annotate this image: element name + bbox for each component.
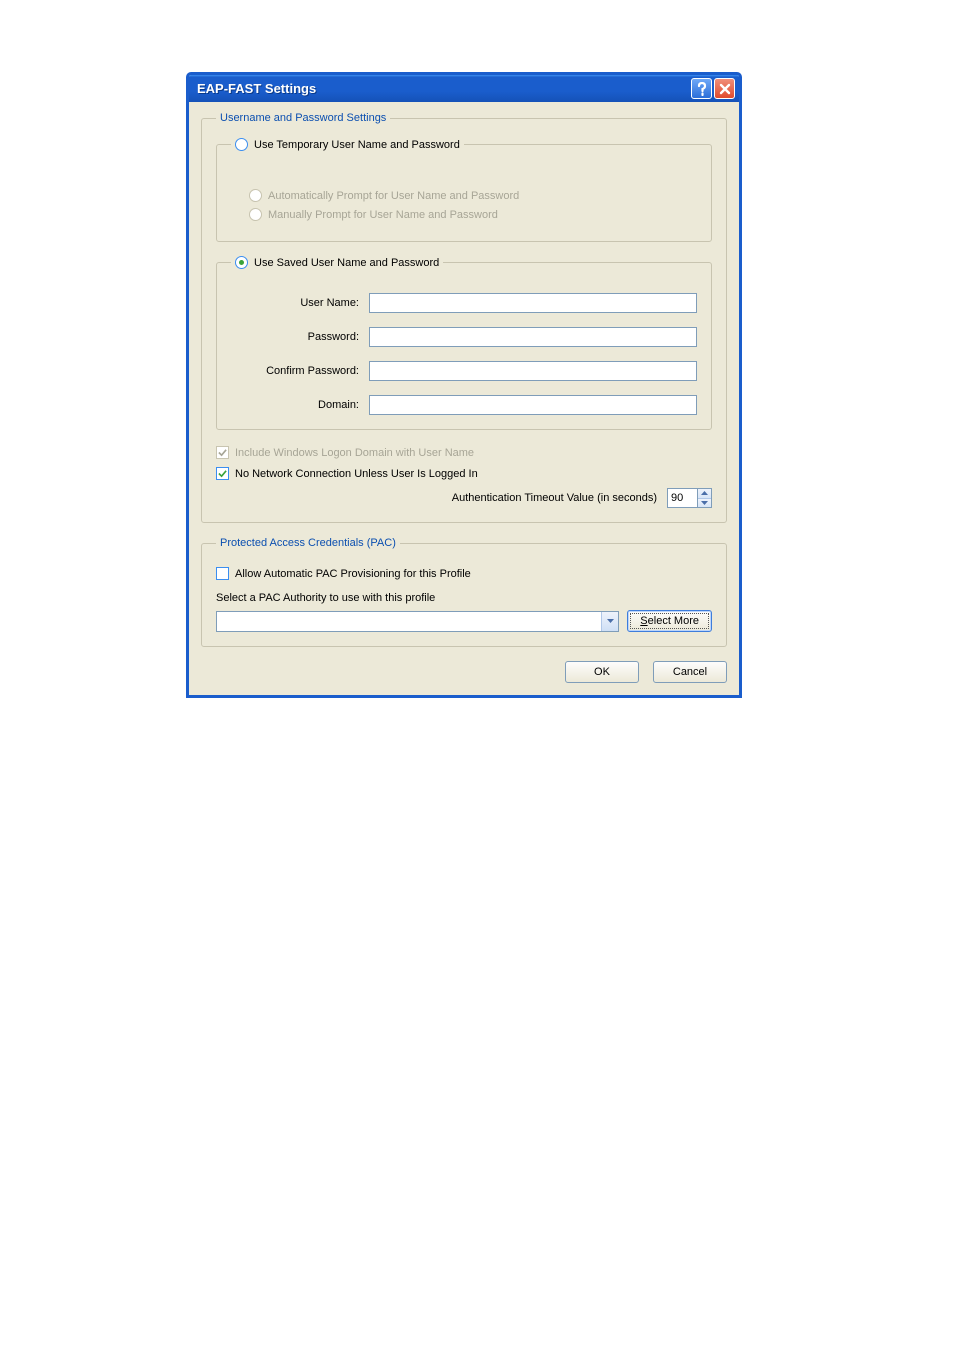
use-temporary-radio[interactable]: Use Temporary User Name and Password bbox=[235, 138, 460, 151]
radio-icon bbox=[235, 138, 248, 151]
group-legend: Username and Password Settings bbox=[216, 112, 390, 124]
checkbox-icon bbox=[216, 467, 229, 480]
select-more-button[interactable]: Select More bbox=[627, 610, 712, 632]
pac-authority-combo[interactable] bbox=[216, 611, 619, 632]
domain-label: Domain: bbox=[231, 399, 369, 411]
checkbox-icon bbox=[216, 446, 229, 459]
radio-icon bbox=[235, 256, 248, 269]
radio-icon bbox=[249, 208, 262, 221]
chevron-down-icon bbox=[701, 501, 708, 505]
chevron-up-icon bbox=[701, 491, 708, 495]
use-saved-label: Use Saved User Name and Password bbox=[254, 257, 439, 269]
include-domain-label: Include Windows Logon Domain with User N… bbox=[235, 447, 474, 459]
use-saved-radio[interactable]: Use Saved User Name and Password bbox=[235, 256, 439, 269]
close-icon bbox=[719, 83, 731, 95]
combo-value bbox=[217, 612, 601, 631]
radio-icon bbox=[249, 189, 262, 202]
username-input[interactable] bbox=[369, 293, 697, 313]
include-domain-checkbox: Include Windows Logon Domain with User N… bbox=[216, 446, 712, 459]
password-input[interactable] bbox=[369, 327, 697, 347]
manual-prompt-radio: Manually Prompt for User Name and Passwo… bbox=[249, 208, 697, 221]
no-network-checkbox[interactable]: No Network Connection Unless User Is Log… bbox=[216, 467, 712, 480]
spinner-up-button[interactable] bbox=[698, 489, 711, 498]
eap-fast-settings-window: EAP-FAST Settings Username and Password … bbox=[186, 72, 742, 698]
checkbox-icon bbox=[216, 567, 229, 580]
pac-select-label: Select a PAC Authority to use with this … bbox=[216, 592, 712, 604]
cancel-button[interactable]: Cancel bbox=[653, 661, 727, 683]
allow-pac-checkbox[interactable]: Allow Automatic PAC Provisioning for thi… bbox=[216, 567, 712, 580]
combo-dropdown-button[interactable] bbox=[601, 612, 618, 631]
timeout-input[interactable] bbox=[667, 488, 697, 508]
timeout-label: Authentication Timeout Value (in seconds… bbox=[452, 492, 657, 504]
username-label: User Name: bbox=[231, 297, 369, 309]
help-button[interactable] bbox=[691, 78, 712, 99]
timeout-spinner[interactable] bbox=[667, 488, 712, 508]
password-label: Password: bbox=[231, 331, 369, 343]
ok-button[interactable]: OK bbox=[565, 661, 639, 683]
allow-pac-label: Allow Automatic PAC Provisioning for thi… bbox=[235, 568, 471, 580]
temporary-credentials-group: Use Temporary User Name and Password Aut… bbox=[216, 138, 712, 242]
auto-prompt-label: Automatically Prompt for User Name and P… bbox=[268, 190, 519, 202]
window-title: EAP-FAST Settings bbox=[197, 81, 316, 96]
close-button[interactable] bbox=[714, 78, 735, 99]
saved-credentials-group: Use Saved User Name and Password User Na… bbox=[216, 256, 712, 430]
help-icon bbox=[696, 82, 708, 96]
pac-legend: Protected Access Credentials (PAC) bbox=[216, 537, 400, 549]
titlebar[interactable]: EAP-FAST Settings bbox=[189, 75, 739, 102]
manual-prompt-label: Manually Prompt for User Name and Passwo… bbox=[268, 209, 498, 221]
domain-input[interactable] bbox=[369, 395, 697, 415]
confirm-password-label: Confirm Password: bbox=[231, 365, 369, 377]
username-password-settings-group: Username and Password Settings Use Tempo… bbox=[201, 112, 727, 523]
confirm-password-input[interactable] bbox=[369, 361, 697, 381]
auto-prompt-radio: Automatically Prompt for User Name and P… bbox=[249, 189, 697, 202]
chevron-down-icon bbox=[607, 619, 614, 623]
use-temporary-label: Use Temporary User Name and Password bbox=[254, 139, 460, 151]
spinner-down-button[interactable] bbox=[698, 498, 711, 508]
pac-group: Protected Access Credentials (PAC) Allow… bbox=[201, 537, 727, 647]
no-network-label: No Network Connection Unless User Is Log… bbox=[235, 468, 478, 480]
